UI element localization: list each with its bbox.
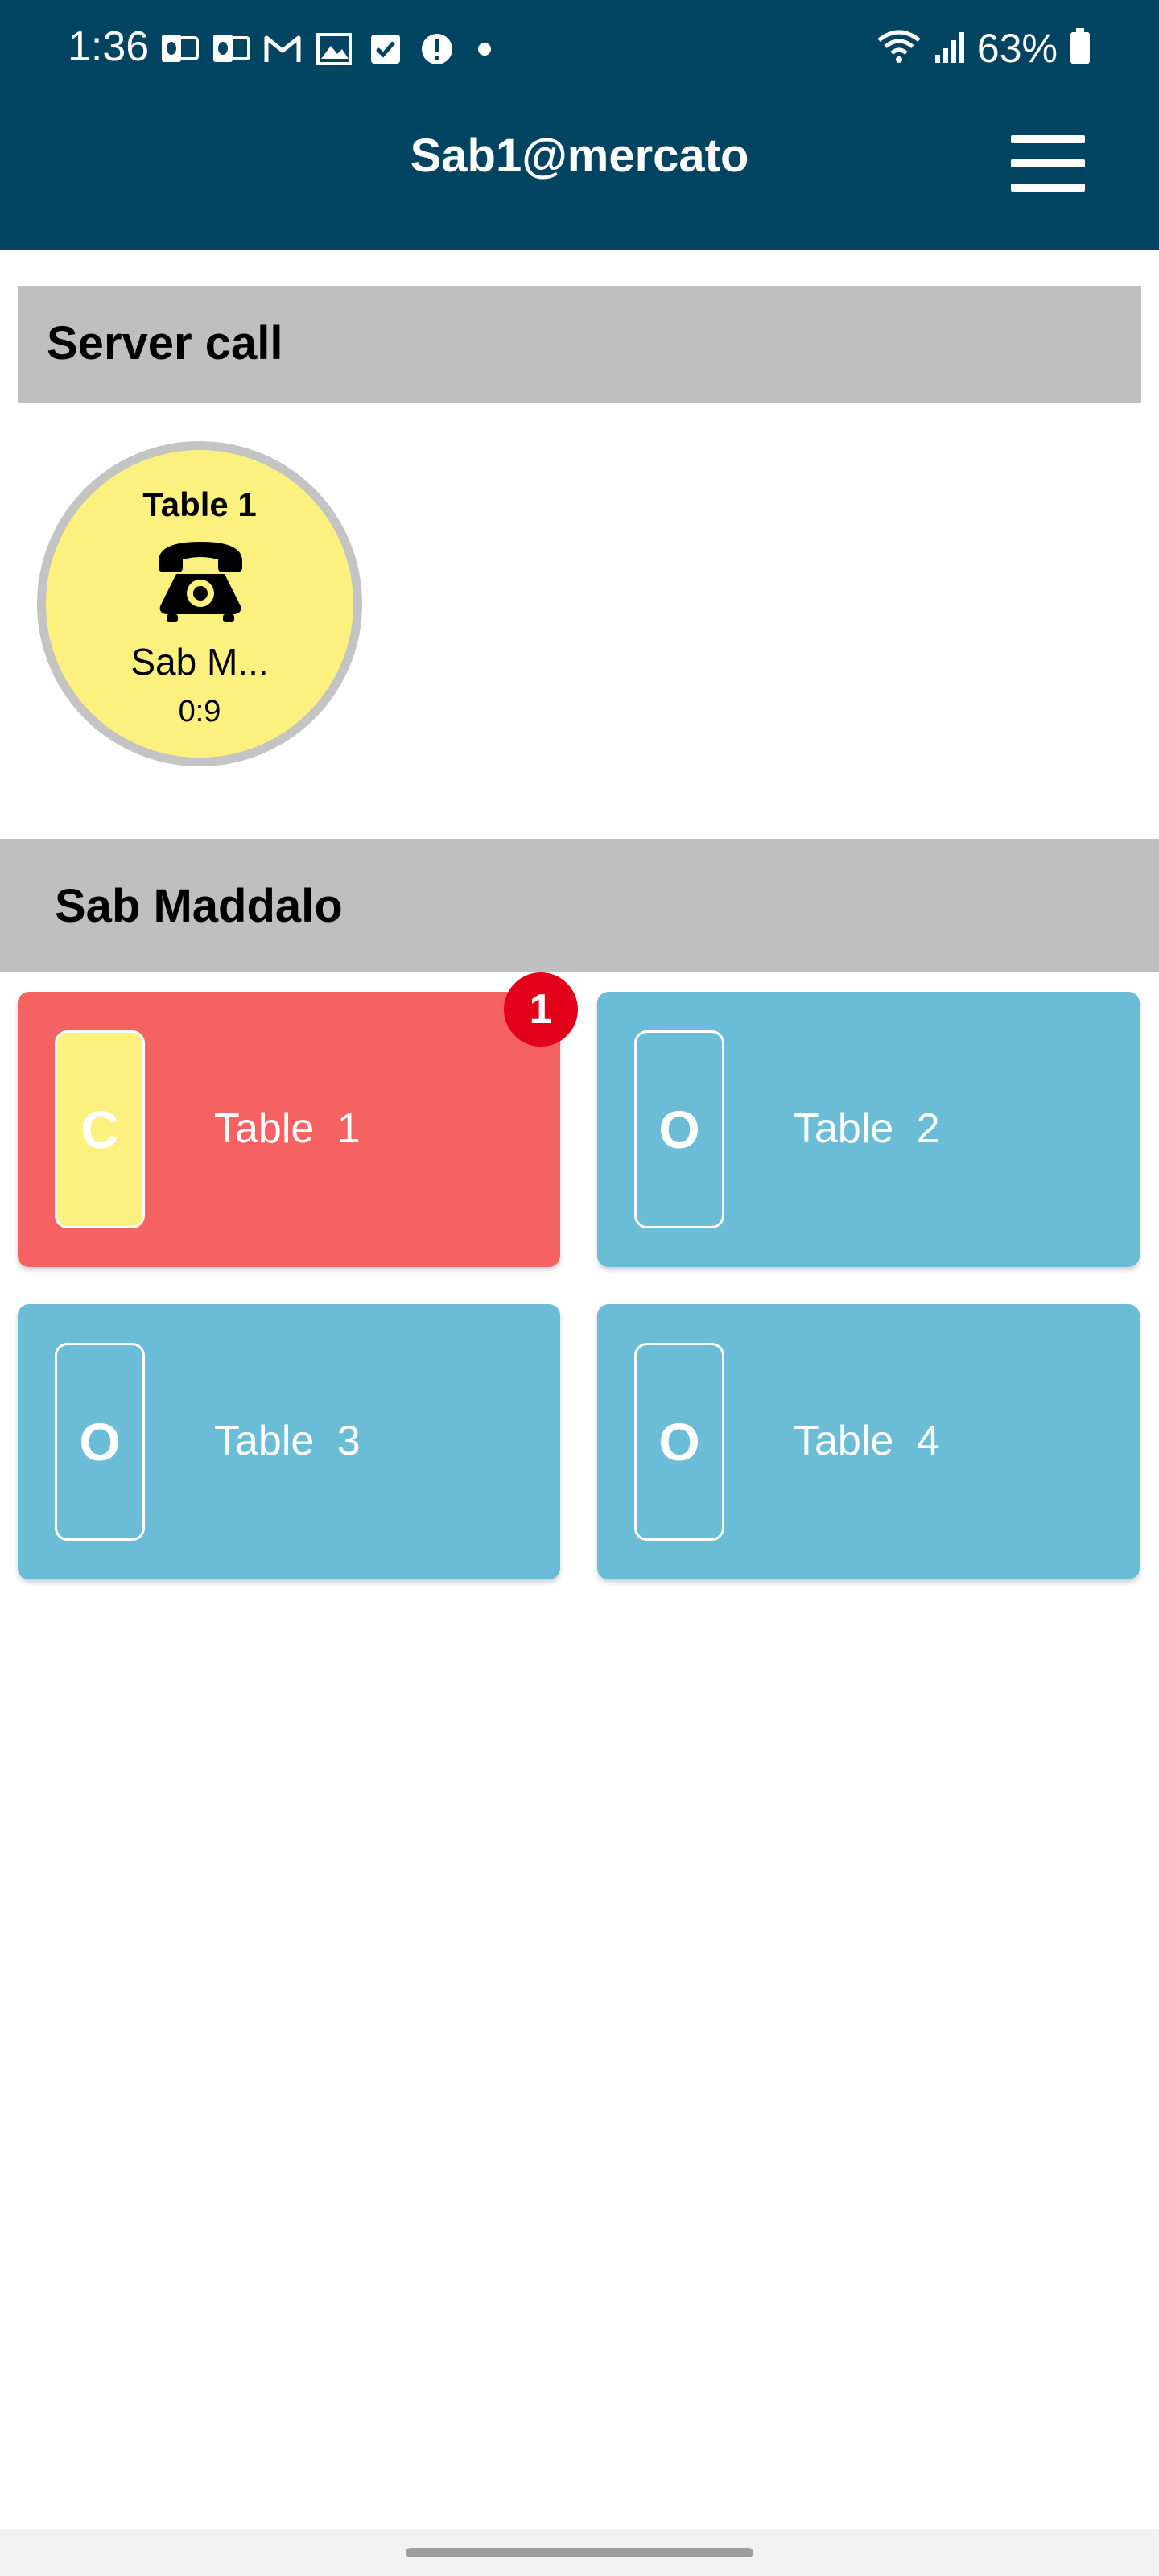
server-call-header: Server call xyxy=(18,286,1141,402)
table-label: Table 4 xyxy=(794,1418,940,1464)
table-status-box: O xyxy=(634,1343,724,1541)
photo-icon xyxy=(314,31,354,68)
table-status-box: O xyxy=(634,1030,724,1228)
section-title: Server call xyxy=(47,317,283,369)
gmail-icon xyxy=(262,31,303,68)
notification-badge: 1 xyxy=(504,972,578,1046)
call-elapsed-time: 0:9 xyxy=(178,695,221,729)
checkbox-icon xyxy=(365,31,406,68)
outlook-icon xyxy=(211,31,251,68)
more-dot-icon xyxy=(478,43,491,56)
table-card-2[interactable]: O Table 2 xyxy=(597,992,1140,1267)
wifi-icon xyxy=(876,29,922,68)
alert-icon xyxy=(417,31,457,68)
table-card-4[interactable]: O Table 4 xyxy=(597,1304,1140,1579)
section-title: Sab Maddalo xyxy=(55,880,343,932)
notification-icons xyxy=(159,27,491,71)
gesture-handle[interactable] xyxy=(406,2548,753,2557)
system-indicators: 63% xyxy=(876,24,1091,72)
table-card-3[interactable]: O Table 3 xyxy=(18,1304,560,1579)
status-time: 1:36 xyxy=(68,23,150,70)
hamburger-menu-icon[interactable] xyxy=(1011,135,1085,192)
outlook-icon xyxy=(159,31,200,68)
call-server-name: Sab M... xyxy=(130,641,269,683)
table-card-1[interactable]: C Table 1 1 xyxy=(18,972,578,1267)
telephone-icon xyxy=(159,542,242,622)
table-label: Table 1 xyxy=(214,1105,361,1152)
app-header: 1:36 63% Sab1@mercato xyxy=(0,0,1159,250)
call-table-label: Table 1 xyxy=(142,485,257,523)
status-bar: 1:36 63% xyxy=(0,0,1159,97)
battery-percent: 63% xyxy=(976,26,1058,71)
system-nav-bar xyxy=(0,2529,1159,2576)
table-status-box: C xyxy=(55,1030,145,1228)
app-title: Sab1@mercato xyxy=(410,130,749,182)
battery-icon xyxy=(1069,27,1091,69)
server-call-bubble[interactable]: Table 1 Sab M... 0:9 xyxy=(37,441,362,766)
table-label: Table 3 xyxy=(214,1418,361,1464)
signal-icon xyxy=(934,29,966,68)
table-label: Table 2 xyxy=(794,1105,940,1152)
table-status-box: O xyxy=(55,1343,145,1541)
area-header: Sab Maddalo xyxy=(0,839,1159,972)
